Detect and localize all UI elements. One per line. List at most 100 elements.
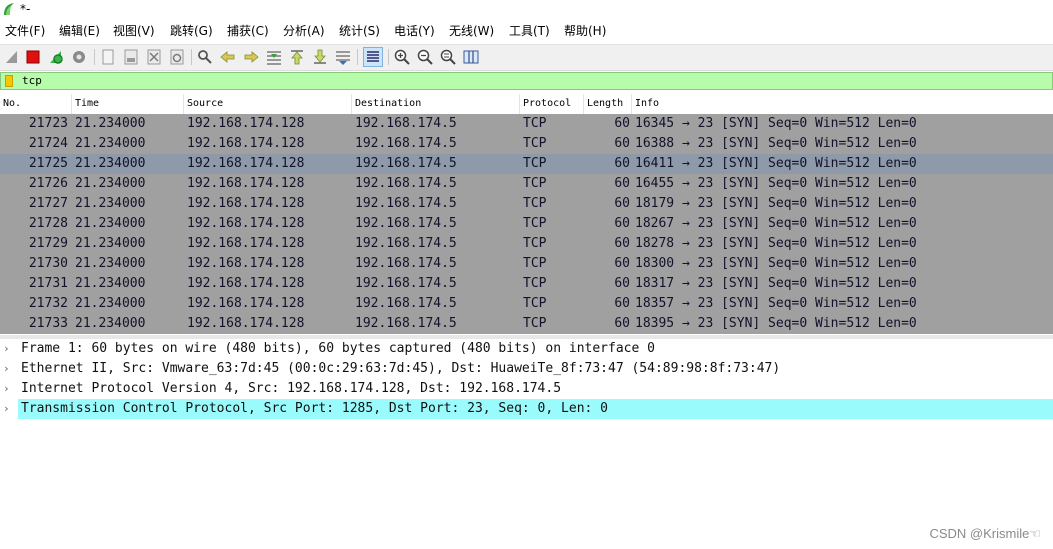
packet-row[interactable]: 21728 21.234000 192.168.174.128 192.168.174… — [0, 214, 1053, 234]
cell-time: 21.234000 — [75, 236, 146, 251]
first-packet-icon[interactable] — [288, 48, 306, 66]
menu-go[interactable]: 跳转(G) — [170, 23, 213, 39]
column-header-protocol[interactable]: Protocol — [520, 94, 584, 114]
restart-icon[interactable] — [47, 48, 65, 66]
packet-row[interactable]: 21732 21.234000 192.168.174.128 192.168.174… — [0, 294, 1053, 314]
toolbar-separator — [94, 49, 95, 65]
colorize-icon[interactable] — [363, 47, 383, 67]
column-header-length[interactable]: Length — [584, 94, 632, 114]
column-header-info[interactable]: Info — [632, 94, 1053, 114]
packet-row[interactable]: 21724 21.234000 192.168.174.128 192.168.174… — [0, 134, 1053, 154]
cell-no: 21727 — [28, 196, 68, 211]
cell-destination: 192.168.174.5 — [355, 136, 457, 151]
detail-tree-item[interactable]: › Transmission Control Protocol, Src Port… — [0, 399, 1053, 419]
autoscroll-icon[interactable] — [334, 48, 352, 66]
cell-source: 192.168.174.128 — [187, 176, 305, 191]
menu-analyze[interactable]: 分析(A) — [283, 23, 325, 39]
expand-chevron-icon[interactable]: › — [3, 339, 13, 359]
cell-time: 21.234000 — [75, 216, 146, 231]
packet-row[interactable]: 21725 21.234000 192.168.174.128 192.168.174… — [0, 154, 1053, 174]
column-header-no[interactable]: No. — [0, 94, 72, 114]
cell-protocol: TCP — [523, 316, 547, 331]
cell-protocol: TCP — [523, 116, 547, 131]
cell-info: 18395 → 23 [SYN] Seq=0 Win=512 Len=0 — [635, 316, 917, 331]
menu-help[interactable]: 帮助(H) — [564, 23, 606, 39]
detail-tree-label: Transmission Control Protocol, Src Port:… — [18, 399, 1053, 419]
packet-row[interactable]: 21733 21.234000 192.168.174.128 192.168.174… — [0, 314, 1053, 334]
go-forward-icon[interactable] — [242, 48, 260, 66]
cell-time: 21.234000 — [75, 196, 146, 211]
last-packet-icon[interactable] — [311, 48, 329, 66]
cell-no: 21728 — [28, 216, 68, 231]
reload-icon[interactable] — [168, 48, 186, 66]
menu-capture[interactable]: 捕获(C) — [227, 23, 269, 39]
detail-tree-item[interactable]: › Ethernet II, Src: Vmware_63:7d:45 (00:0… — [0, 359, 1053, 379]
cell-destination: 192.168.174.5 — [355, 196, 457, 211]
options-gear-icon[interactable] — [70, 48, 88, 66]
cell-info: 18179 → 23 [SYN] Seq=0 Win=512 Len=0 — [635, 196, 917, 211]
menu-edit[interactable]: 编辑(E) — [59, 23, 100, 39]
detail-tree-label: Ethernet II, Src: Vmware_63:7d:45 (00:0c… — [21, 361, 781, 376]
expand-chevron-icon[interactable]: › — [3, 379, 13, 399]
detail-tree-label: Internet Protocol Version 4, Src: 192.16… — [21, 381, 562, 396]
save-file-icon[interactable] — [122, 48, 140, 66]
window-title: *- — [20, 2, 31, 16]
cell-protocol: TCP — [523, 296, 547, 311]
close-file-icon[interactable] — [145, 48, 163, 66]
cell-source: 192.168.174.128 — [187, 136, 305, 151]
detail-tree-label: Frame 1: 60 bytes on wire (480 bits), 60… — [21, 341, 655, 356]
cell-length: 60 — [614, 256, 630, 271]
detail-tree-item[interactable]: › Internet Protocol Version 4, Src: 192.1… — [0, 379, 1053, 399]
cell-source: 192.168.174.128 — [187, 296, 305, 311]
display-filter-bar[interactable]: tcp — [0, 72, 1053, 90]
cell-destination: 192.168.174.5 — [355, 276, 457, 291]
menu-file[interactable]: 文件(F) — [5, 23, 45, 39]
cell-protocol: TCP — [523, 136, 547, 151]
detail-tree-item[interactable]: › Frame 1: 60 bytes on wire (480 bits), 6… — [0, 339, 1053, 359]
packet-row[interactable]: 21729 21.234000 192.168.174.128 192.168.174… — [0, 234, 1053, 254]
packet-details-pane[interactable]: › Frame 1: 60 bytes on wire (480 bits), 6… — [0, 339, 1053, 549]
go-to-packet-icon[interactable] — [265, 48, 283, 66]
cell-length: 60 — [614, 176, 630, 191]
cell-time: 21.234000 — [75, 156, 146, 171]
cell-protocol: TCP — [523, 236, 547, 251]
cell-destination: 192.168.174.5 — [355, 256, 457, 271]
cell-protocol: TCP — [523, 216, 547, 231]
menu-view[interactable]: 视图(V) — [113, 23, 155, 39]
cell-destination: 192.168.174.5 — [355, 316, 457, 331]
expand-chevron-icon[interactable]: › — [3, 359, 13, 379]
packet-row[interactable]: 21730 21.234000 192.168.174.128 192.168.174… — [0, 254, 1053, 274]
cell-length: 60 — [614, 116, 630, 131]
cell-destination: 192.168.174.5 — [355, 236, 457, 251]
cell-time: 21.234000 — [75, 116, 146, 131]
menu-wireless[interactable]: 无线(W) — [449, 23, 494, 39]
column-header-source[interactable]: Source — [184, 94, 352, 114]
menu-tools[interactable]: 工具(T) — [509, 23, 550, 39]
bookmark-icon[interactable] — [5, 75, 13, 87]
cell-info: 16411 → 23 [SYN] Seq=0 Win=512 Len=0 — [635, 156, 917, 171]
column-header-destination[interactable]: Destination — [352, 94, 520, 114]
zoom-normal-icon[interactable] — [439, 48, 457, 66]
shark-start-icon[interactable] — [3, 48, 21, 66]
packet-list[interactable]: 21723 21.234000 192.168.174.128 192.168.174… — [0, 114, 1053, 334]
packet-row[interactable]: 21723 21.234000 192.168.174.128 192.168.174… — [0, 114, 1053, 134]
find-icon[interactable] — [196, 48, 214, 66]
stop-icon[interactable] — [24, 48, 42, 66]
resize-columns-icon[interactable] — [462, 48, 480, 66]
menu-telephony[interactable]: 电话(Y) — [394, 23, 435, 39]
cell-time: 21.234000 — [75, 136, 146, 151]
open-file-icon[interactable] — [99, 48, 117, 66]
packet-row[interactable]: 21726 21.234000 192.168.174.128 192.168.174… — [0, 174, 1053, 194]
zoom-in-icon[interactable] — [393, 48, 411, 66]
menu-statistics[interactable]: 统计(S) — [339, 23, 380, 39]
zoom-out-icon[interactable] — [416, 48, 434, 66]
cell-length: 60 — [614, 316, 630, 331]
column-header-time[interactable]: Time — [72, 94, 184, 114]
go-back-icon[interactable] — [219, 48, 237, 66]
packet-row[interactable]: 21727 21.234000 192.168.174.128 192.168.174… — [0, 194, 1053, 214]
cell-no: 21732 — [28, 296, 68, 311]
cell-protocol: TCP — [523, 276, 547, 291]
display-filter-input[interactable]: tcp — [22, 74, 42, 88]
packet-row[interactable]: 21731 21.234000 192.168.174.128 192.168.174… — [0, 274, 1053, 294]
expand-chevron-icon[interactable]: › — [3, 399, 13, 419]
